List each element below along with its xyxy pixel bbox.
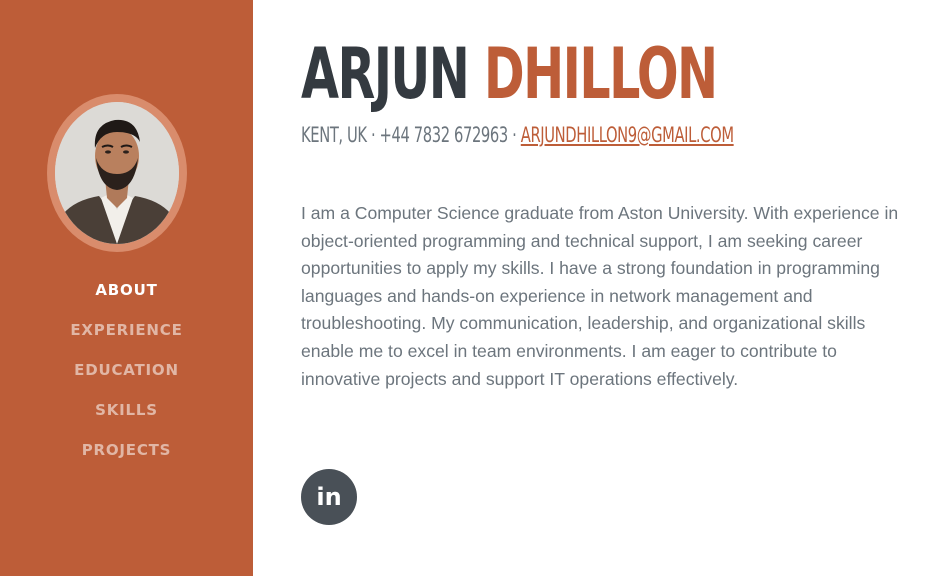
nav-item-education[interactable]: EDUCATION xyxy=(0,352,253,392)
linkedin-icon: in xyxy=(316,483,342,511)
linkedin-button[interactable]: in xyxy=(301,469,357,525)
location-phone: KENT, UK · +44 7832 672963 · xyxy=(301,123,521,147)
last-name: DHILLON xyxy=(483,33,718,115)
profile-photo xyxy=(55,102,179,244)
contact-line: KENT, UK · +44 7832 672963 · ARJUNDHILLO… xyxy=(301,122,734,148)
email-link[interactable]: ARJUNDHILLON9@GMAIL.COM xyxy=(521,123,734,147)
nav-item-skills[interactable]: SKILLS xyxy=(0,392,253,432)
sidebar-nav: ABOUT EXPERIENCE EDUCATION SKILLS PROJEC… xyxy=(0,272,253,472)
nav-item-projects[interactable]: PROJECTS xyxy=(0,432,253,472)
sidebar: ABOUT EXPERIENCE EDUCATION SKILLS PROJEC… xyxy=(0,0,253,576)
page-title: ARJUN DHILLON xyxy=(301,33,718,115)
first-name: ARJUN xyxy=(301,33,470,115)
profile-photo-frame xyxy=(47,94,187,252)
nav-item-about[interactable]: ABOUT xyxy=(0,272,253,312)
about-text: I am a Computer Science graduate from As… xyxy=(301,203,899,389)
profile-photo-image xyxy=(55,102,179,244)
nav-item-experience[interactable]: EXPERIENCE xyxy=(0,312,253,352)
